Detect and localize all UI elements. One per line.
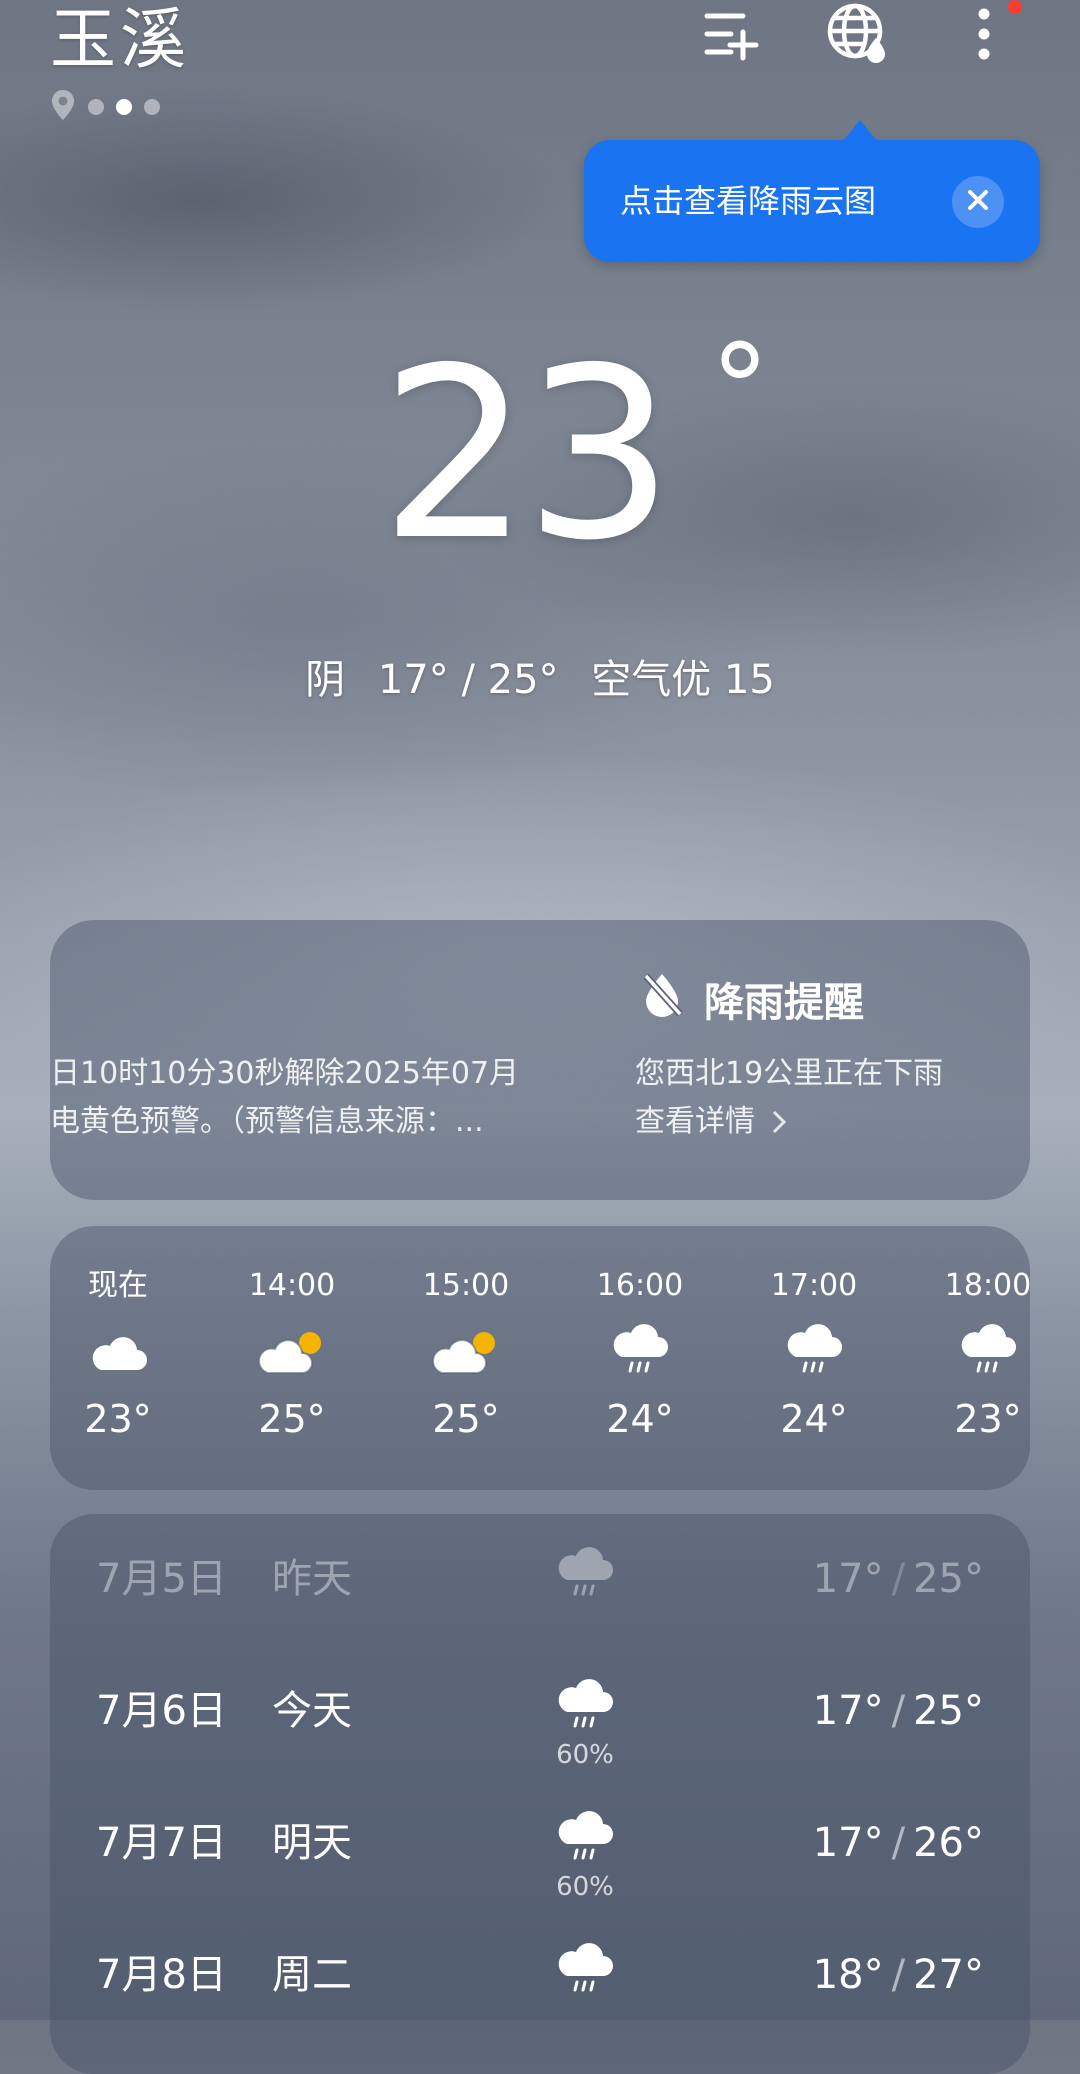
hourly-list[interactable]: 现在 23° 14:00 25° 15:00 25° 16:00 24° 17:00 24° 18:… [50, 1226, 1030, 1490]
hourly-time: 14:00 [248, 1268, 336, 1303]
alerts-card[interactable]: 日10时10分30秒解除2025年07月 电黄色预警。（预警信息来源：... 降… [50, 920, 1030, 1200]
hourly-item[interactable]: 现在 23° [50, 1266, 188, 1444]
range-separator: / [891, 1688, 906, 1734]
air-quality-text[interactable]: 空气优 15 [591, 657, 775, 703]
rain-probability: 60% [556, 1740, 614, 1770]
daily-row[interactable]: 7月5日 昨天 17°/25° [50, 1524, 1030, 1634]
rain-cloud-icon [570, 1316, 710, 1388]
hourly-time: 17:00 [770, 1268, 858, 1303]
more-vertical-icon [974, 4, 994, 68]
daily-high: 26° [913, 1820, 984, 1866]
daily-row[interactable]: 7月8日 周二 18°/27° [50, 1920, 1030, 2030]
hourly-time: 16:00 [596, 1268, 684, 1303]
warning-text[interactable]: 日10时10分30秒解除2025年07月 电黄色预警。（预警信息来源：... [50, 1050, 550, 1146]
rain-cloud-icon [550, 1808, 620, 1868]
daily-day: 周二 [272, 1952, 352, 1998]
degree-symbol: ° [710, 320, 770, 459]
warning-line-2: 电黄色预警。（预警信息来源：... [50, 1104, 484, 1139]
daily-high: 25° [913, 1688, 984, 1734]
rain-map-tooltip[interactable]: 点击查看降雨云图 [584, 120, 1040, 262]
weather-summary[interactable]: 阴 17° / 25° 空气优 15 [0, 650, 1080, 710]
cloud-icon [50, 1316, 188, 1388]
warning-line-1: 日10时10分30秒解除2025年07月 [50, 1056, 520, 1091]
rain-cloud-icon [550, 1676, 620, 1736]
rain-reminder-label: 降雨提醒 [704, 979, 864, 1026]
daily-low: 18° [812, 1952, 884, 1998]
partly-cloudy-icon [222, 1316, 362, 1388]
rain-cloud-icon [918, 1316, 1030, 1388]
daily-high: 25° [913, 1556, 984, 1602]
hourly-time: 15:00 [422, 1268, 510, 1303]
rain-reminder-title: 降雨提醒 [640, 970, 864, 1035]
daily-low: 17° [812, 1820, 884, 1866]
location-pin-icon [50, 89, 76, 125]
daily-day: 明天 [272, 1820, 352, 1866]
current-temp-value: 23 [380, 317, 674, 592]
rain-reminder-body[interactable]: 您西北19公里正在下雨 查看详情 [635, 1050, 943, 1146]
daily-date: 7月6日 [96, 1688, 227, 1734]
hourly-item[interactable]: 17:00 24° [744, 1266, 884, 1444]
rain-details-link[interactable]: 查看详情 [635, 1098, 943, 1146]
hourly-item[interactable]: 14:00 25° [222, 1266, 362, 1444]
range-separator: / [891, 1820, 906, 1866]
rain-desc: 您西北19公里正在下雨 [635, 1056, 944, 1091]
hourly-temp: 23° [84, 1397, 152, 1441]
page-dot[interactable] [88, 99, 104, 115]
rain-cloud-icon [744, 1316, 884, 1388]
hourly-time: 现在 [88, 1268, 148, 1303]
globe-rain-icon [826, 2, 890, 70]
list-add-icon [701, 6, 763, 66]
daily-date: 7月5日 [96, 1556, 227, 1602]
rain-cloud-icon [550, 1544, 620, 1604]
hourly-forecast-card[interactable]: 现在 23° 14:00 25° 15:00 25° 16:00 24° 17:00 24° 18:… [50, 1226, 1030, 1490]
range-separator: / [891, 1952, 906, 1998]
hourly-temp: 24° [606, 1397, 674, 1441]
hourly-temp: 23° [954, 1397, 1022, 1441]
hourly-time: 18:00 [944, 1268, 1030, 1303]
tooltip-arrow [842, 120, 878, 142]
chevron-right-icon [765, 1104, 787, 1139]
daily-high: 27° [913, 1952, 984, 1998]
daily-row[interactable]: 7月7日 明天 17°/26° 60% [50, 1788, 1030, 1902]
range-separator: / [891, 1556, 906, 1602]
rain-cloud-icon [550, 1940, 620, 2000]
rain-probability: 60% [556, 1872, 614, 1902]
hourly-temp: 25° [258, 1397, 326, 1441]
daily-date: 7月7日 [96, 1820, 227, 1866]
daily-day: 今天 [272, 1688, 352, 1734]
tooltip-close-button[interactable] [952, 176, 1004, 228]
hourly-temp: 25° [432, 1397, 500, 1441]
close-icon [966, 188, 990, 216]
daily-day: 昨天 [272, 1556, 352, 1602]
daily-date: 7月8日 [96, 1952, 227, 1998]
rain-map-button[interactable] [822, 0, 894, 72]
daily-temp-range: 17°/25° [813, 1552, 984, 1606]
hourly-item[interactable]: 16:00 24° [570, 1266, 710, 1444]
hourly-item[interactable]: 15:00 25° [396, 1266, 536, 1444]
tooltip-text: 点击查看降雨云图 [620, 182, 877, 220]
page-dot[interactable] [144, 99, 160, 115]
add-city-button[interactable] [696, 0, 768, 72]
daily-temp-range: 18°/27° [813, 1948, 984, 2002]
hourly-temp: 24° [780, 1397, 848, 1441]
partly-cloudy-icon [396, 1316, 536, 1388]
daily-row[interactable]: 7月6日 今天 17°/25° 60% [50, 1656, 1030, 1770]
no-rain-drop-icon [640, 970, 684, 1035]
daily-low: 17° [812, 1688, 884, 1734]
daily-low: 17° [812, 1556, 884, 1602]
page-indicator [50, 89, 160, 125]
hourly-item[interactable]: 18:00 23° [918, 1266, 1030, 1444]
condition-text: 阴 [305, 657, 346, 703]
daily-temp-range: 17°/25° [813, 1684, 984, 1738]
city-title[interactable]: 玉溪 [50, 0, 190, 80]
temp-range-text: 17° / 25° [377, 657, 559, 703]
daily-forecast-card[interactable]: 7月5日 昨天 17°/25° 7月6日 今天 17°/25° 60% 7月7日 明天 17°/2… [50, 1514, 1030, 2074]
current-temperature: 23 ° [380, 317, 800, 592]
daily-temp-range: 17°/26° [813, 1816, 984, 1870]
notification-badge [1008, 0, 1022, 14]
page-dot-active[interactable] [116, 99, 132, 115]
